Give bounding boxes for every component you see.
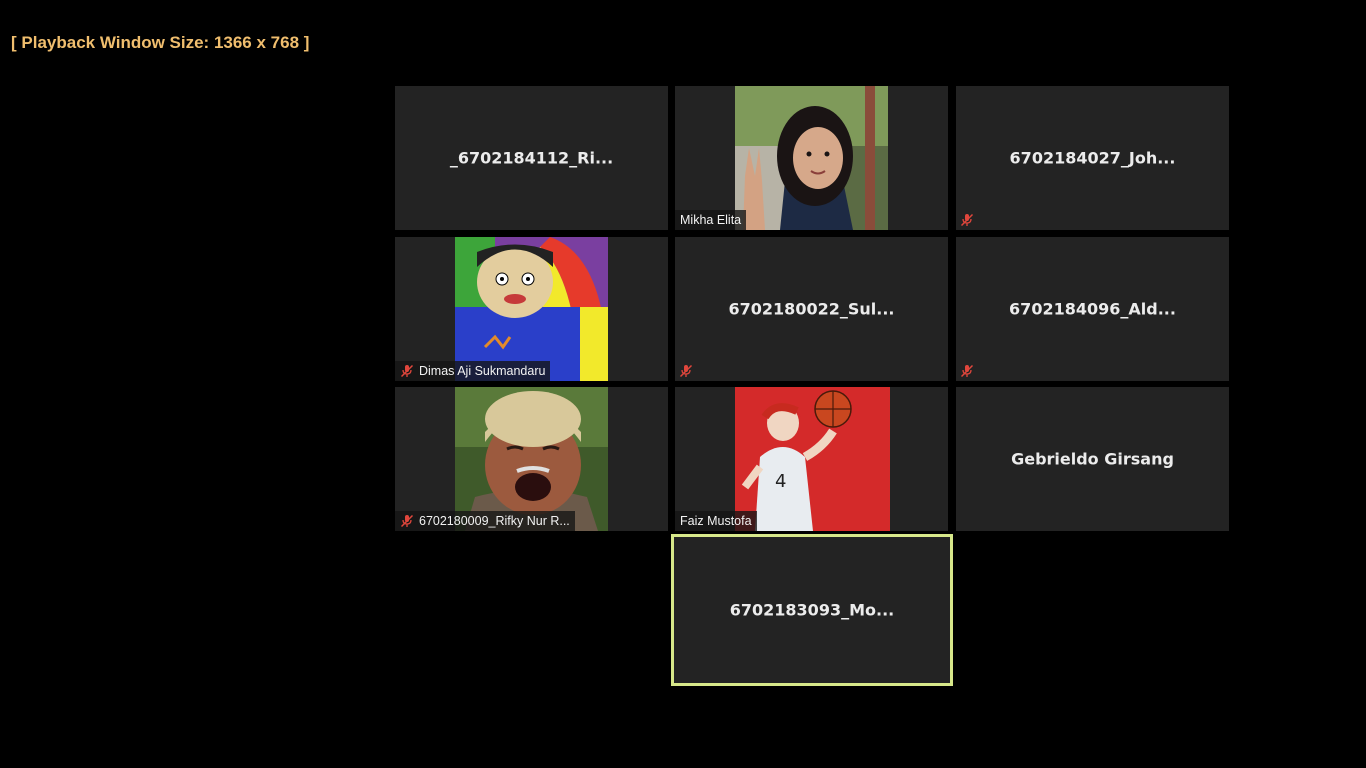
microphone-muted-icon [960,364,974,378]
microphone-muted-icon [679,364,693,378]
microphone-muted-icon [400,364,414,378]
participant-name: Gebrieldo Girsang [1011,449,1174,469]
participant-name: 6702180009_Rifky Nur R... [419,514,570,528]
participant-name: 6702180022_Sul... [728,299,895,319]
participant-tile[interactable]: 6702184027_Joh... [956,86,1229,230]
participant-tile[interactable]: Mikha Elita [675,86,948,230]
participant-name: Faiz Mustofa [680,514,752,528]
participant-tile[interactable]: Dimas Aji Sukmandaru [395,237,668,381]
participant-name-tag: Faiz Mustofa [675,511,757,531]
participant-video [735,86,888,230]
playback-window-size-label: [ Playback Window Size: 1366 x 768 ] [11,33,310,52]
participant-name-tag: Dimas Aji Sukmandaru [395,361,551,381]
participant-tile[interactable]: _6702184112_Ri... [395,86,668,230]
participant-name: 6702184096_Ald... [1009,299,1176,319]
participant-name: Dimas Aji Sukmandaru [419,364,546,378]
participant-tile[interactable]: 6702180009_Rifky Nur R... [395,387,668,531]
participant-name-tag: Mikha Elita [675,210,747,230]
participant-name: Mikha Elita [680,213,742,227]
participant-name: 6702183093_Mo... [729,600,895,620]
participant-video [455,237,608,381]
participant-name: _6702184112_Ri... [449,148,614,168]
participant-name: 6702184027_Joh... [1009,148,1176,168]
active-speaker-tile[interactable]: 6702183093_Mo... [671,534,953,686]
participant-tile[interactable]: 6702184096_Ald... [956,237,1229,381]
participant-name-tag: 6702180009_Rifky Nur R... [395,511,575,531]
svg-text:4: 4 [775,471,786,492]
microphone-muted-icon [960,213,974,227]
participant-tile[interactable]: 4 Faiz Mustofa [675,387,948,531]
participant-tile[interactable]: Gebrieldo Girsang [956,387,1229,531]
participant-video: 4 [735,387,890,531]
participant-tile[interactable]: 6702180022_Sul... [675,237,948,381]
participant-video [455,387,608,531]
microphone-muted-icon [400,514,414,528]
